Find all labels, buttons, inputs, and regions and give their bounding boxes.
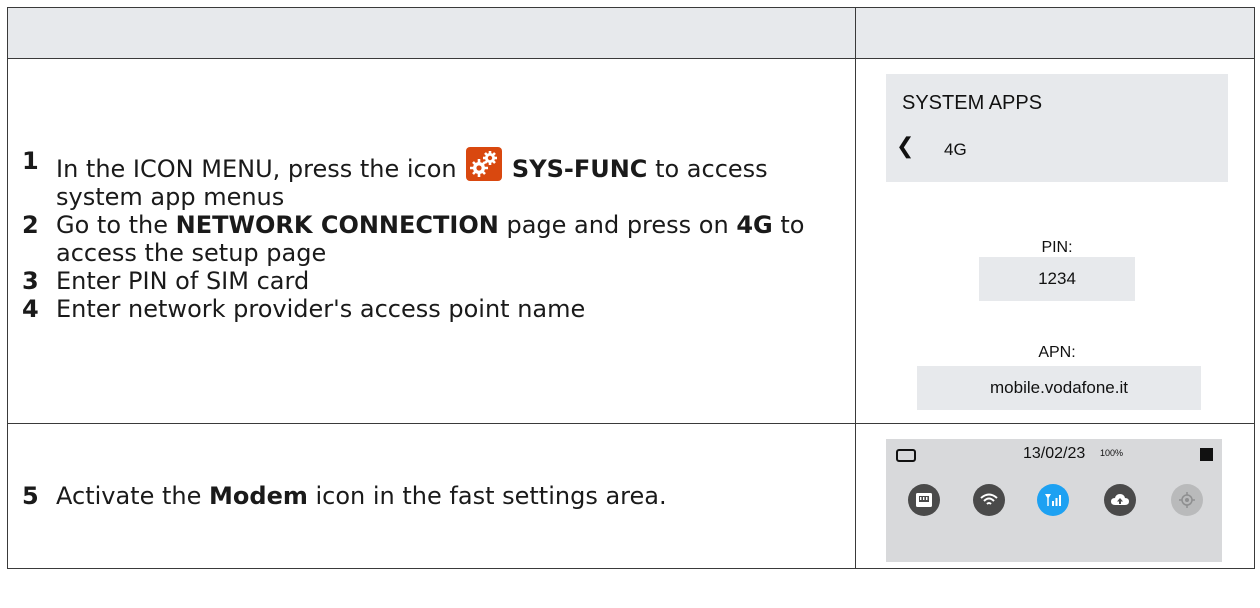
modem-signal-icon[interactable] xyxy=(1037,484,1069,516)
step-text: In the ICON MENU, press the icon SYS-FUN… xyxy=(56,147,855,211)
quick-settings-cell: 13/02/23 100% xyxy=(855,423,1255,569)
ethernet-icon[interactable] xyxy=(908,484,940,516)
step-number: 5 xyxy=(22,482,39,510)
step-number: 2 xyxy=(22,211,39,239)
step-text-part: page and press on xyxy=(506,211,729,239)
steps-cell: 1 In the ICON MENU, press the icon SYS-F… xyxy=(7,58,856,424)
step-text-bold: SYS-FUNC xyxy=(511,155,648,183)
battery-percent: 100% xyxy=(1100,448,1124,458)
step-text: Activate the Modem icon in the fast sett… xyxy=(56,482,855,510)
step-number: 4 xyxy=(22,295,39,323)
step-number: 3 xyxy=(22,267,39,295)
cloud-upload-icon[interactable] xyxy=(1104,484,1136,516)
status-date: 13/02/23 xyxy=(1023,445,1086,462)
steps-list: 5 Activate the Modem icon in the fast se… xyxy=(8,482,855,510)
sys-func-gears-icon xyxy=(466,147,503,181)
list-item: 4 Enter network provider's access point … xyxy=(22,295,855,323)
status-square-icon xyxy=(1200,448,1213,461)
list-item: 2 Go to the NETWORK CONNECTION page and … xyxy=(22,211,855,267)
list-item: 1 In the ICON MENU, press the icon SYS-F… xyxy=(22,147,855,211)
step-text-part: icon in the fast settings area. xyxy=(315,482,667,510)
table-row: 5 Activate the Modem icon in the fast se… xyxy=(7,423,1255,569)
apn-field[interactable]: mobile.vodafone.it xyxy=(917,366,1201,410)
step-text-bold: NETWORK CONNECTION xyxy=(175,211,499,239)
step5-cell: 5 Activate the Modem icon in the fast se… xyxy=(7,423,856,569)
header-cell-left xyxy=(7,7,856,59)
table-header-row xyxy=(7,7,1255,59)
device-screen-cell: SYSTEM APPS ❮ 4G PIN: 1234 APN: mobile.v… xyxy=(855,58,1255,424)
battery-icon xyxy=(896,449,916,462)
step-text: Enter network provider's access point na… xyxy=(56,295,586,323)
list-item: 5 Activate the Modem icon in the fast se… xyxy=(22,482,855,510)
step-text-part: In the ICON MENU, press the icon xyxy=(56,155,457,183)
chevron-left-icon[interactable]: ❮ xyxy=(896,134,914,159)
step-text-bold: Modem xyxy=(209,482,308,510)
setup-screen: SYSTEM APPS ❮ 4G PIN: 1234 APN: mobile.v… xyxy=(886,74,1228,410)
step-text: Go to the NETWORK CONNECTION page and pr… xyxy=(56,211,855,267)
wifi-icon[interactable] xyxy=(973,484,1005,516)
pin-label: PIN: xyxy=(1041,239,1073,256)
step-text-bold: 4G xyxy=(736,211,773,239)
steps-list: 1 In the ICON MENU, press the icon SYS-F… xyxy=(8,95,855,323)
step-text-part: Go to the xyxy=(56,211,169,239)
gps-icon[interactable] xyxy=(1171,484,1203,516)
quick-settings-screen: 13/02/23 100% xyxy=(886,439,1222,562)
apn-label: APN: xyxy=(1038,344,1076,361)
step-number: 1 xyxy=(22,147,39,175)
step-text-part: Activate the xyxy=(56,482,202,510)
screen-subtitle: 4G xyxy=(944,140,967,159)
list-item: 3 Enter PIN of SIM card xyxy=(22,267,855,295)
screen-header: SYSTEM APPS ❮ 4G xyxy=(886,74,1228,182)
table-row: 1 In the ICON MENU, press the icon SYS-F… xyxy=(7,58,1255,424)
pin-field[interactable]: 1234 xyxy=(979,257,1135,301)
instructions-table: 1 In the ICON MENU, press the icon SYS-F… xyxy=(7,7,1255,569)
screen-title: SYSTEM APPS xyxy=(902,92,1043,114)
header-cell-right xyxy=(855,7,1255,59)
step-text: Enter PIN of SIM card xyxy=(56,267,310,295)
